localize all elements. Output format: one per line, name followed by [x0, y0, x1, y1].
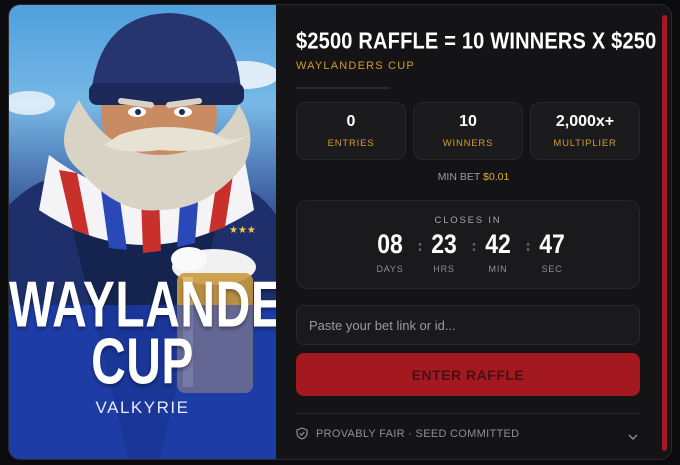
- countdown-minutes-label: MIN: [488, 264, 508, 274]
- stat-multiplier: 2,000x+ MULTIPLIER: [530, 102, 640, 160]
- min-bet: MIN BET $0.01: [276, 171, 671, 183]
- scrollbar-thumb[interactable]: [662, 15, 667, 451]
- countdown-days-label: DAYS: [376, 264, 404, 274]
- stat-entries-label: ENTRIES: [327, 138, 375, 149]
- provably-fair-toggle[interactable]: PROVABLY FAIR · SEED COMMITTED: [296, 423, 640, 445]
- raffle-details: $2500 RAFFLE = 10 WINNERS X $250 WAYLAND…: [276, 5, 671, 459]
- enter-raffle-button[interactable]: ENTER RAFFLE: [296, 353, 640, 396]
- stat-winners-label: WINNERS: [442, 138, 494, 149]
- countdown-seconds: 47 SEC: [527, 228, 577, 274]
- provably-fair-label: PROVABLY FAIR · SEED COMMITTED: [316, 428, 520, 440]
- divider: [296, 413, 640, 414]
- svg-text:★★★: ★★★: [229, 225, 256, 236]
- artwork-title-line2: CUP: [91, 326, 194, 399]
- chevron-down-icon: [628, 425, 638, 444]
- countdown-days: 08 DAYS: [365, 228, 415, 274]
- stat-entries-value: 0: [346, 113, 356, 130]
- raffle-artwork: ★★★ WAYLANDERS CUP VALKYRIE: [9, 5, 276, 459]
- stat-entries: 0 ENTRIES: [296, 102, 406, 160]
- raffle-card: ★★★ WAYLANDERS CUP VALKYRIE $2500 RAFFLE…: [8, 4, 672, 460]
- stat-multiplier-label: MULTIPLIER: [553, 138, 617, 149]
- shield-check-icon: [296, 425, 308, 444]
- countdown-hours-value: 23: [431, 228, 457, 259]
- countdown-hours: 23 HRS: [419, 228, 469, 274]
- countdown-seconds-value: 47: [539, 228, 565, 259]
- countdown-minutes-value: 42: [485, 228, 511, 259]
- min-bet-label: MIN BET: [437, 171, 481, 183]
- countdown-seconds-label: SEC: [541, 264, 563, 274]
- raffle-headline: $2500 RAFFLE = 10 WINNERS X $250: [296, 29, 657, 55]
- stat-multiplier-value: 2,000x+: [555, 113, 615, 130]
- min-bet-amount: $0.01: [483, 171, 510, 183]
- bet-link-input[interactable]: [296, 305, 640, 345]
- raffle-progress-bar: [296, 87, 390, 89]
- raffle-subheadline: WAYLANDERS CUP: [296, 60, 415, 72]
- countdown-timer: CLOSES IN 08 DAYS : 23 HRS : 42 MIN : 47…: [296, 200, 640, 289]
- scrollbar[interactable]: [662, 15, 667, 451]
- countdown-hours-label: HRS: [433, 264, 455, 274]
- stat-winners: 10 WINNERS: [413, 102, 523, 160]
- countdown-days-value: 08: [377, 228, 403, 259]
- artwork-subtitle: VALKYRIE: [95, 398, 190, 417]
- countdown-minutes: 42 MIN: [473, 228, 523, 274]
- countdown-label: CLOSES IN: [434, 215, 502, 226]
- stat-winners-value: 10: [459, 113, 477, 130]
